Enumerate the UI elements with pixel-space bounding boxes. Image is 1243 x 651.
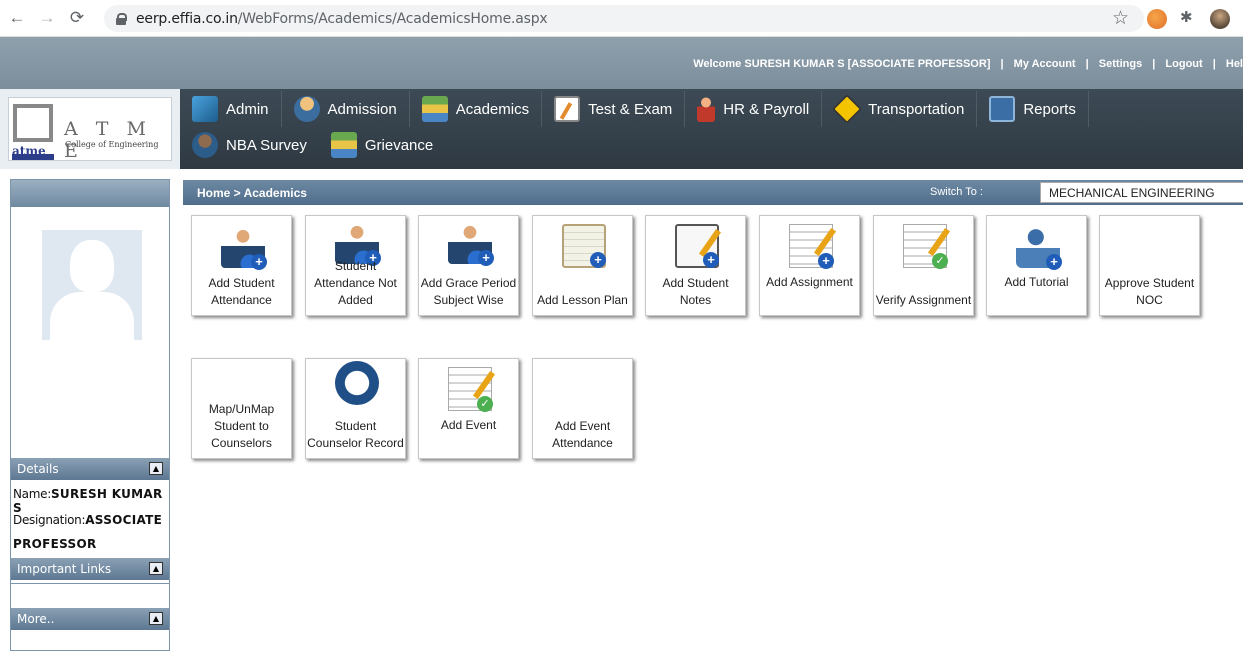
detail-designation: Designation:ASSOCIATE: [13, 513, 163, 527]
college-logo[interactable]: A T M E College of Engineering atme: [8, 97, 172, 162]
details-panel-header[interactable]: Details ▲: [11, 458, 169, 480]
tile-add-student-attendance[interactable]: + Add Student Attendance: [191, 215, 292, 316]
admin-icon: [192, 96, 218, 122]
reload-icon[interactable]: ⟳: [64, 5, 90, 31]
forward-icon[interactable]: →: [34, 5, 60, 31]
more-panel-header[interactable]: More.. ▲: [11, 608, 169, 630]
detail-name: Name:SURESH KUMAR S: [13, 487, 163, 515]
counselor-record-icon: [335, 361, 379, 405]
menu-academics[interactable]: Academics: [410, 91, 543, 127]
nba-survey-icon: [192, 132, 218, 158]
logout-link[interactable]: Logout: [1165, 58, 1202, 70]
puzzle-extensions-icon[interactable]: ✱: [1180, 8, 1200, 28]
lock-icon: [116, 13, 127, 25]
tile-map-unmap-counselors[interactable]: Map/UnMap Student to Counselors: [191, 358, 292, 459]
tile-verify-assignment[interactable]: ✓ Verify Assignment: [873, 215, 974, 316]
avatar-body: [50, 292, 134, 340]
bookmark-star-icon[interactable]: ☆: [1112, 7, 1129, 30]
welcome-text: Welcome SURESH KUMAR S [ASSOCIATE PROFES…: [693, 58, 991, 70]
welcome-links: Welcome SURESH KUMAR S [ASSOCIATE PROFES…: [693, 58, 1243, 70]
menu-row-1: Admin Admission Academics Test & Exam HR…: [180, 91, 1089, 127]
my-account-link[interactable]: My Account: [1014, 58, 1076, 70]
settings-link[interactable]: Settings: [1099, 58, 1142, 70]
tile-add-lesson-plan[interactable]: + Add Lesson Plan: [532, 215, 633, 316]
transportation-icon: [832, 94, 862, 124]
profile-photo-placeholder: [42, 230, 142, 340]
important-links-body: [11, 583, 169, 605]
logo-area: A T M E College of Engineering atme: [0, 89, 180, 169]
event-icon: ✓: [448, 367, 496, 412]
tile-add-event-attendance[interactable]: Add Event Attendance: [532, 358, 633, 459]
tile-student-attendance-not-added[interactable]: + Student Attendance Not Added: [305, 215, 406, 316]
menu-grievance[interactable]: Grievance: [319, 127, 445, 163]
tile-add-grace-period[interactable]: + Add Grace Period Subject Wise: [418, 215, 519, 316]
important-links-header[interactable]: Important Links ▲: [11, 558, 169, 580]
tile-add-student-notes[interactable]: + Add Student Notes: [645, 215, 746, 316]
browser-toolbar: ← → ⟳ eerp.effia.co.in/WebForms/Academic…: [0, 0, 1243, 37]
profile-avatar[interactable]: [1210, 9, 1230, 29]
reports-icon: [989, 96, 1016, 122]
menu-nba-survey[interactable]: NBA Survey: [180, 127, 319, 163]
avatar-head: [70, 240, 114, 292]
academics-icon: [421, 96, 448, 122]
cookie-extension-icon[interactable]: [1147, 9, 1167, 29]
detail-designation-cont: PROFESSOR: [13, 537, 97, 551]
back-icon[interactable]: ←: [4, 5, 30, 31]
collapse-icon[interactable]: ▲: [149, 612, 163, 625]
sidebar-header: [11, 180, 169, 207]
menu-reports[interactable]: Reports: [977, 91, 1089, 127]
url-text: eerp.effia.co.in/WebForms/Academics/Acad…: [136, 10, 548, 27]
tile-add-tutorial[interactable]: + Add Tutorial: [986, 215, 1087, 316]
lesson-plan-icon: +: [562, 224, 606, 268]
logo-frame: [13, 104, 53, 142]
app-header: Welcome SURESH KUMAR S [ASSOCIATE PROFES…: [0, 37, 1243, 89]
notes-icon: +: [675, 224, 722, 268]
menu-transportation[interactable]: Transportation: [822, 91, 978, 127]
test-exam-icon: [554, 96, 581, 122]
verify-assignment-icon: ✓: [903, 224, 951, 269]
tile-approve-student-noc[interactable]: Approve Student NOC: [1099, 215, 1200, 316]
tile-add-event[interactable]: ✓ Add Event: [418, 358, 519, 459]
assignment-icon: +: [789, 224, 837, 269]
grievance-icon: [330, 132, 357, 158]
main-menu: Admin Admission Academics Test & Exam HR…: [180, 89, 1243, 169]
breadcrumb[interactable]: Home > Academics: [197, 186, 307, 200]
menu-row-2: NBA Survey Grievance: [180, 127, 445, 163]
menu-hr-payroll[interactable]: HR & Payroll: [685, 91, 823, 127]
teacher-add-icon: +: [448, 220, 494, 266]
teacher-add-icon: +: [221, 224, 267, 270]
admission-icon: [293, 96, 320, 122]
department-select[interactable]: MECHANICAL ENGINEERING: [1040, 182, 1243, 203]
help-link[interactable]: Hel: [1226, 58, 1243, 70]
tutorial-icon: +: [1016, 224, 1062, 270]
address-bar[interactable]: eerp.effia.co.in/WebForms/Academics/Acad…: [104, 5, 1144, 32]
menu-admission[interactable]: Admission: [282, 91, 410, 127]
hr-payroll-icon: [697, 96, 716, 122]
tile-add-assignment[interactable]: + Add Assignment: [759, 215, 860, 316]
logo-tag: [12, 154, 54, 160]
menu-test-exam[interactable]: Test & Exam: [542, 91, 686, 127]
content-header: Home > Academics Switch To : MECHANICAL …: [183, 180, 1243, 205]
collapse-icon[interactable]: ▲: [149, 562, 163, 575]
tile-student-counselor-record[interactable]: Student Counselor Record: [305, 358, 406, 459]
collapse-icon[interactable]: ▲: [149, 462, 163, 475]
switch-to-label: Switch To :: [930, 186, 983, 198]
profile-sidebar: Details ▲ Name:SURESH KUMAR S Designatio…: [10, 179, 170, 651]
menu-admin[interactable]: Admin: [180, 91, 282, 127]
logo-subtitle: College of Engineering: [65, 140, 159, 149]
